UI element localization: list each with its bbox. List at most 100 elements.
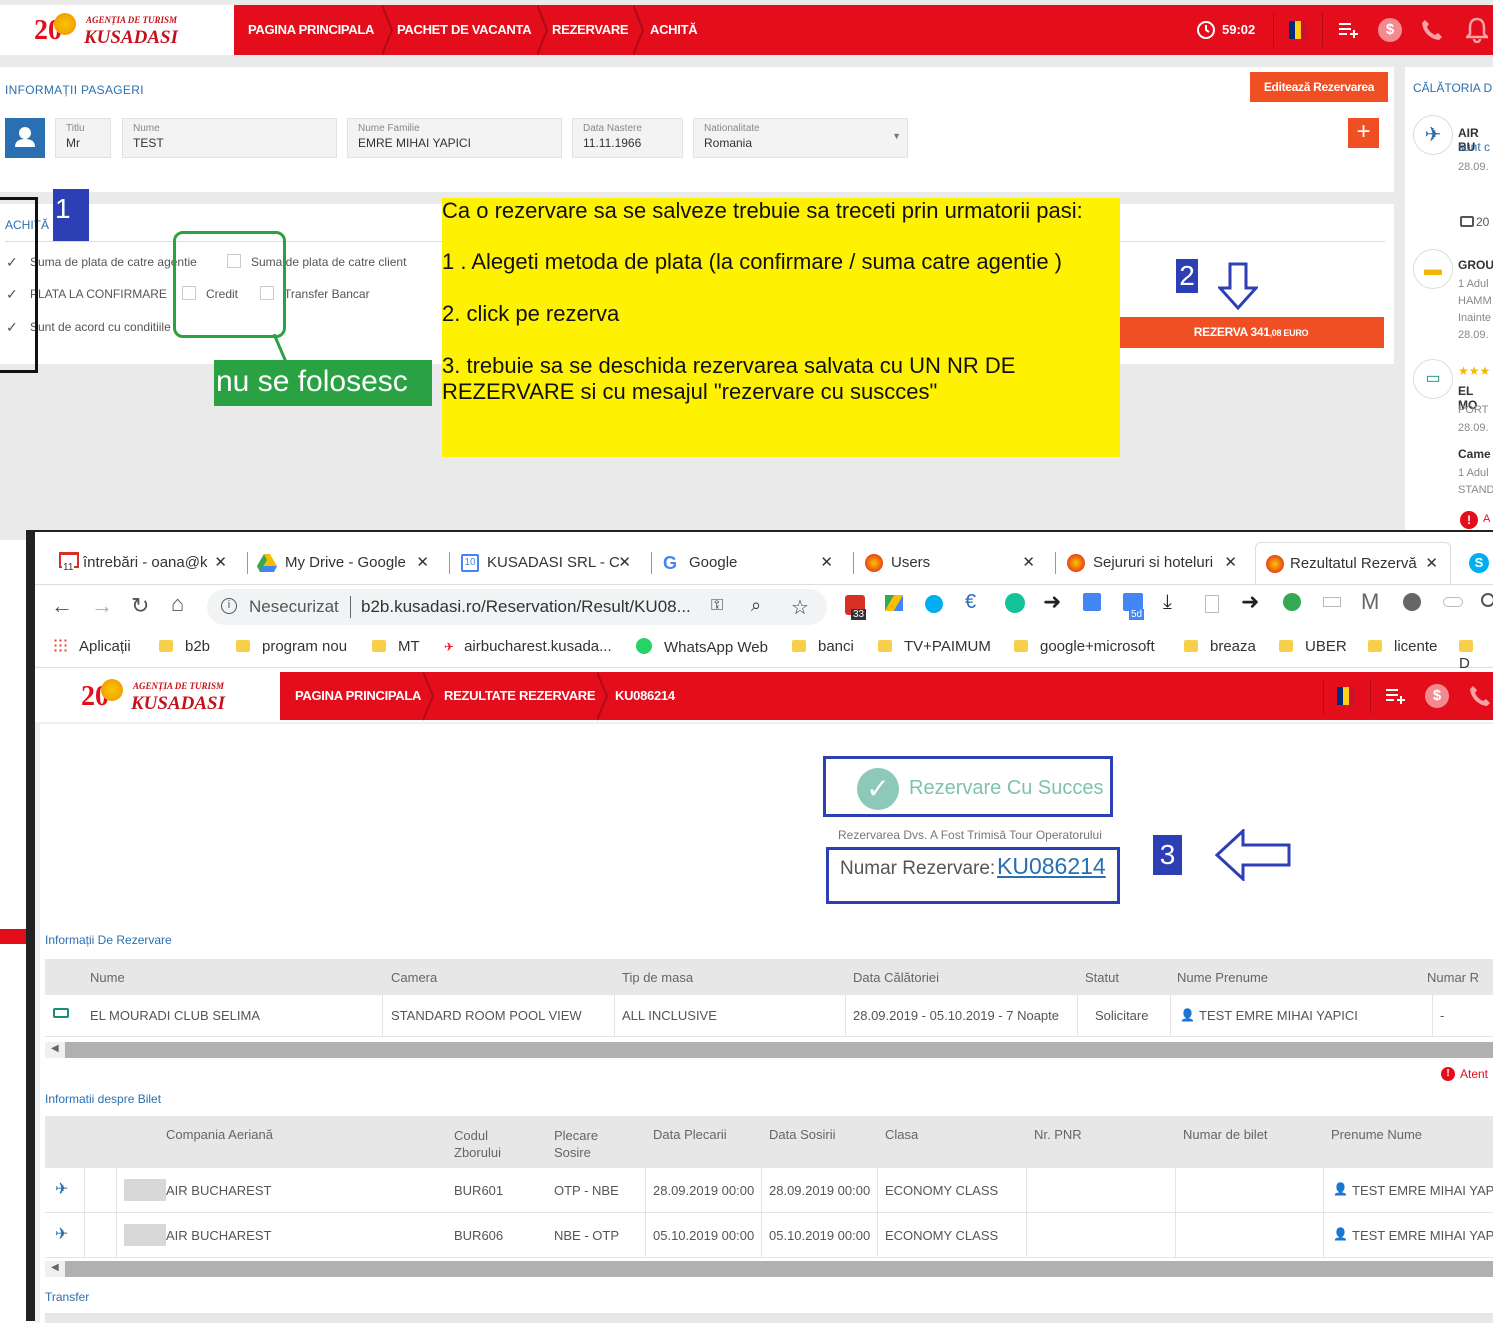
phone-icon[interactable] [1420, 18, 1444, 42]
browser-tab[interactable]: Users ✕ [857, 542, 1047, 584]
close-icon[interactable]: ✕ [1022, 542, 1035, 584]
nationality-select[interactable]: Nationalitate Romania ▼ [693, 118, 908, 158]
close-icon[interactable]: ✕ [1224, 542, 1237, 584]
skype-extension-icon[interactable] [925, 595, 943, 613]
last-name-field[interactable]: Nume Familie EMRE MIHAI YAPICI [347, 118, 562, 158]
close-icon[interactable]: ✕ [1425, 543, 1438, 585]
add-passenger-button[interactable]: + [1348, 118, 1379, 148]
horizontal-scrollbar[interactable]: ◀ [45, 1042, 1493, 1058]
browser-tab[interactable]: 10 KUSADASI SRL - C ✕ [453, 542, 643, 584]
bell-icon[interactable] [1466, 17, 1488, 43]
browser-tab[interactable]: G Google ✕ [655, 542, 845, 584]
reload-icon[interactable]: ↻ [131, 593, 149, 619]
apps-bookmark[interactable]: Aplicații [53, 638, 131, 655]
browser-tab[interactable]: My Drive - Google ✕ [251, 542, 441, 584]
nav-home[interactable]: PAGINA PRINCIPALA [295, 672, 421, 720]
bookmark-folder[interactable]: banci [792, 638, 854, 655]
birth-date-field[interactable]: Data Nastere 11.11.1966 [572, 118, 683, 158]
security-label[interactable]: Nesecurizat [249, 597, 339, 617]
plane-takeoff-icon[interactable]: ✈ [55, 1179, 68, 1199]
first-name-field[interactable]: Nume TEST [122, 118, 337, 158]
share-icon[interactable]: ➜ [1241, 589, 1259, 615]
scrollbar-thumb[interactable] [65, 1042, 1493, 1058]
recycle-icon[interactable] [1283, 593, 1301, 611]
title-field[interactable]: Titlu Mr [55, 118, 111, 158]
skype-icon[interactable]: S [1469, 553, 1489, 573]
reservation-number-link[interactable]: KU086214 [997, 853, 1106, 880]
share-icon[interactable]: ➜ [1043, 589, 1061, 615]
translate-icon[interactable] [1083, 593, 1101, 611]
horizontal-scrollbar[interactable]: ◀ [45, 1261, 1493, 1277]
bookmark-folder[interactable]: breaza [1184, 638, 1256, 655]
nav-reservation[interactable]: REZERVARE [552, 5, 629, 55]
tab-badge: 11 [62, 562, 75, 574]
nav-pay[interactable]: ACHITĂ [650, 5, 698, 55]
bookmark-folder[interactable]: MT [372, 638, 420, 655]
browser-tab[interactable]: 11 întrebări - oana@k ✕ [49, 542, 239, 584]
doc-extension-icon[interactable] [1205, 595, 1219, 613]
close-icon[interactable]: ✕ [820, 542, 833, 584]
bookmark-folder[interactable]: google+microsoft [1014, 638, 1155, 655]
link-extension-icon[interactable] [1443, 597, 1463, 607]
close-icon[interactable]: ✕ [618, 542, 631, 584]
bookmark-folder[interactable]: TV+PAIMUM [878, 638, 991, 655]
address-bar[interactable]: i Nesecurizat b2b.kusadasi.ro/Reservatio… [207, 589, 827, 625]
currency-icon[interactable]: $ [1378, 18, 1402, 42]
bookmark-folder[interactable]: D [1459, 638, 1493, 672]
alert-icon: ! [1441, 1067, 1455, 1081]
nav-home[interactable]: PAGINA PRINCIPALA [248, 5, 374, 55]
scrollbar-thumb[interactable] [65, 1261, 1493, 1277]
currency-icon[interactable]: $ [1425, 684, 1449, 708]
plane-landing-icon[interactable]: ✈ [55, 1224, 68, 1244]
edit-reservation-button[interactable]: Editează Rezervarea [1250, 72, 1388, 102]
bookmark-folder[interactable]: UBER [1279, 638, 1347, 655]
logo-line1: AGENȚIA DE TURISM [86, 15, 178, 25]
info-icon[interactable]: i [221, 598, 237, 614]
star-icon[interactable]: ☆ [791, 595, 809, 620]
forward-icon[interactable]: → [91, 593, 113, 619]
add-list-icon[interactable] [1338, 21, 1360, 39]
flag-romania-icon[interactable] [1337, 687, 1355, 705]
download-icon[interactable]: ⤓ [1163, 591, 1172, 614]
bookmark-link[interactable]: WhatsApp Web [636, 638, 768, 656]
book-button[interactable]: REZERVA 341,08 EURO [1118, 317, 1384, 348]
key-icon[interactable]: ⚿ [711, 597, 723, 615]
bookmark-folder[interactable]: b2b [159, 638, 210, 655]
browser-tab[interactable]: Sejururi si hoteluri ✕ [1059, 542, 1249, 584]
add-list-icon[interactable] [1385, 687, 1407, 705]
back-icon[interactable]: ← [51, 593, 73, 619]
logo[interactable]: 20 AGENȚIA DE TURISM KUSADASI [34, 11, 194, 51]
url-text[interactable]: b2b.kusadasi.ro/Reservation/Result/KU08.… [361, 597, 691, 617]
nav-reservation-number[interactable]: KU086214 [615, 672, 675, 720]
browser-tab-active[interactable]: Rezultatul Rezervă ✕ [1255, 542, 1451, 584]
menu-icon[interactable] [1481, 593, 1493, 607]
home-icon[interactable]: ⌂ [171, 591, 184, 617]
bookmark-folder[interactable]: program nou [236, 638, 347, 655]
logo[interactable]: 20 AGENȚIA DE TURISM KUSADASI [81, 677, 241, 717]
nav-results[interactable]: REZULTATE REZERVARE [444, 672, 596, 720]
monero-icon[interactable] [1403, 593, 1421, 611]
scroll-left-icon[interactable]: ◀ [51, 1262, 59, 1273]
rec-extension-icon[interactable] [1323, 597, 1341, 607]
option-agency-pay[interactable]: Suma de plata de catre agentie [30, 255, 197, 269]
hotel-stars: ★★★ [1458, 364, 1491, 378]
drive-extension-icon[interactable] [885, 595, 903, 611]
close-icon[interactable]: ✕ [214, 542, 227, 584]
zoom-icon[interactable]: ⌕ [751, 595, 761, 616]
euro-icon[interactable]: € [965, 591, 976, 614]
scroll-left-icon[interactable]: ◀ [51, 1043, 59, 1054]
divider [1323, 680, 1324, 714]
annotation-box-1 [0, 197, 38, 373]
option-bank-transfer[interactable]: Transfer Bancar [284, 287, 370, 301]
bookmark-link[interactable]: ✈ airbucharest.kusada... [444, 638, 612, 655]
nav-package[interactable]: PACHET DE VACANTA [397, 5, 532, 55]
bookmark-folder[interactable]: licente [1368, 638, 1437, 655]
field-value: EMRE MIHAI YAPICI [358, 136, 471, 150]
option-pay-on-confirm[interactable]: PLATA LA CONFIRMARE [30, 287, 167, 301]
grammarly-icon[interactable] [1005, 593, 1025, 613]
flag-romania-icon[interactable] [1289, 21, 1307, 39]
close-icon[interactable]: ✕ [416, 542, 429, 584]
gmail-extension-icon[interactable]: M [1361, 589, 1379, 615]
phone-icon[interactable] [1468, 684, 1492, 708]
option-accept-terms[interactable]: Sunt de acord cu conditiile [30, 320, 171, 334]
